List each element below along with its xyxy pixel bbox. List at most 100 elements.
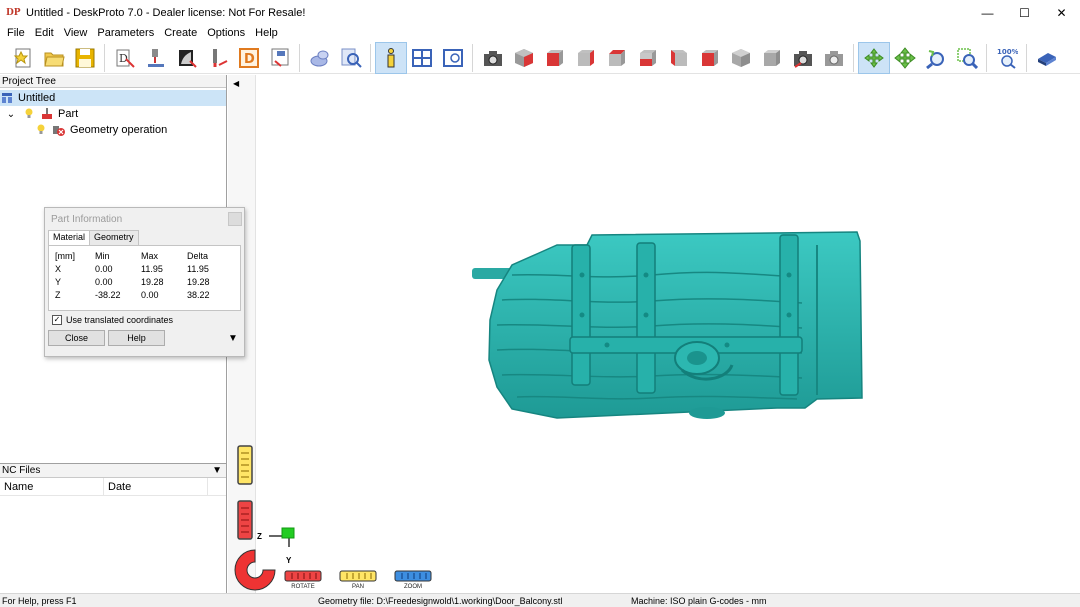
minimize-button[interactable]: — — [969, 0, 1006, 25]
rotate-control[interactable] — [284, 570, 322, 582]
table-row: X 0.00 11.95 11.95 — [49, 262, 240, 275]
header-min: Min — [95, 250, 110, 261]
view-grey-camera-button[interactable] — [819, 43, 849, 73]
tab-material[interactable]: Material — [48, 230, 91, 245]
zoom-tool-button[interactable] — [921, 43, 951, 73]
zoom-100-button[interactable]: 100% — [992, 43, 1022, 73]
rotate-slider-red[interactable] — [236, 500, 254, 540]
expand-down-icon[interactable]: ▼ — [228, 333, 238, 344]
main-toolbar: D D 100% — [0, 41, 1080, 74]
view-back-button[interactable] — [633, 43, 663, 73]
tree-item-untitled[interactable]: Untitled — [0, 90, 226, 106]
table-row: Z -38.22 0.00 38.22 — [49, 288, 240, 301]
nc-files-panel: NC Files ▼ Name Date — [0, 463, 226, 593]
zoom-slider-yellow[interactable] — [236, 445, 254, 485]
svg-text:D: D — [244, 52, 255, 67]
view-grey-front-button[interactable] — [757, 43, 787, 73]
status-geometry-file: Geometry file: D:\Freedesignwold\1.worki… — [318, 596, 563, 606]
close-button[interactable]: Close — [48, 330, 105, 346]
tree-item-part[interactable]: ⌄ Part — [0, 106, 226, 122]
layout-button[interactable] — [407, 43, 437, 73]
view-left-button[interactable] — [664, 43, 694, 73]
dialog-title-bar[interactable]: Part Information — [45, 208, 244, 230]
axis-indicator — [269, 527, 295, 547]
pan-tool-button[interactable] — [890, 43, 920, 73]
checkbox-label: Use translated coordinates — [66, 315, 174, 325]
3d-viewport[interactable] — [257, 75, 1080, 593]
machine-icon — [148, 48, 164, 67]
export-button[interactable] — [265, 43, 295, 73]
preview-button[interactable] — [438, 43, 468, 73]
zoom-label: ZOOM — [404, 584, 422, 590]
menu-edit[interactable]: Edit — [30, 27, 59, 39]
view-front-button[interactable] — [540, 43, 570, 73]
simulation-icon — [310, 50, 329, 66]
wizard-button[interactable]: D — [110, 43, 140, 73]
table-row: Y 0.00 19.28 19.28 — [49, 275, 240, 288]
help-button[interactable]: Help — [108, 330, 165, 346]
menu-file[interactable]: File — [2, 27, 30, 39]
axis-z-label: Z — [257, 532, 262, 541]
row-max: 19.28 — [141, 276, 164, 287]
tab-geometry[interactable]: Geometry — [89, 230, 139, 245]
rotate-label: ROTATE — [291, 584, 315, 590]
translated-coordinates-checkbox[interactable]: ✓ — [52, 315, 62, 325]
header-delta: Delta — [187, 250, 209, 261]
nc-files-title: NC Files — [2, 465, 41, 476]
dxf-button[interactable]: D — [234, 43, 264, 73]
info-button[interactable] — [375, 41, 407, 74]
new-project-icon — [13, 48, 31, 67]
inspect-button[interactable] — [336, 43, 366, 73]
view-camera-button[interactable] — [478, 43, 508, 73]
bitmap-button[interactable] — [172, 43, 202, 73]
cube-iso-icon — [515, 48, 533, 67]
pan-control[interactable] — [339, 570, 377, 582]
zoom-100-icon: 100% — [997, 48, 1018, 69]
status-help-text: For Help, press F1 — [2, 596, 77, 606]
menu-options[interactable]: Options — [202, 27, 250, 39]
dropdown-triangle-icon[interactable]: ▼ — [212, 465, 222, 476]
view-bottom-button[interactable] — [695, 43, 725, 73]
tree-item-label: Untitled — [18, 92, 56, 104]
axis-y-label: Y — [286, 556, 292, 565]
tree-item-geometry-operation[interactable]: Geometry operation — [0, 122, 226, 138]
part-icon — [40, 107, 54, 121]
maximize-button[interactable]: ☐ — [1006, 0, 1043, 25]
view-iso-button[interactable] — [509, 43, 539, 73]
new-project-button[interactable] — [8, 43, 38, 73]
dialog-close-icon[interactable] — [228, 212, 242, 226]
view-right-button[interactable] — [571, 43, 601, 73]
cutter-button[interactable] — [203, 43, 233, 73]
cube-left-icon — [671, 49, 687, 66]
machine-button[interactable] — [141, 43, 171, 73]
cube-right-icon — [578, 49, 594, 66]
view-top-button[interactable] — [602, 43, 632, 73]
menu-help[interactable]: Help — [250, 27, 283, 39]
row-min: 0.00 — [95, 263, 113, 274]
menu-create[interactable]: Create — [159, 27, 202, 39]
view-reset-camera-button[interactable] — [788, 43, 818, 73]
about-button[interactable] — [1032, 43, 1062, 73]
table-header-row: [mm] Min Max Delta — [49, 249, 240, 262]
open-project-button[interactable] — [39, 43, 69, 73]
dialog-tabs: Material Geometry — [48, 230, 244, 245]
menu-parameters[interactable]: Parameters — [92, 27, 159, 39]
column-header-name[interactable]: Name — [0, 477, 104, 496]
rotate-tool-button[interactable] — [858, 41, 890, 74]
collapse-arrow-icon[interactable]: ◀ — [233, 79, 239, 88]
lightbulb-icon[interactable] — [34, 123, 48, 137]
close-window-button[interactable]: ✕ — [1043, 0, 1080, 25]
expand-chevron-icon[interactable]: ⌄ — [4, 107, 18, 121]
cube-grey-front-icon — [764, 49, 780, 66]
simulation-button[interactable] — [305, 43, 335, 73]
zoom-window-button[interactable] — [952, 43, 982, 73]
zoom-control[interactable] — [394, 570, 432, 582]
column-header-date[interactable]: Date — [104, 477, 208, 496]
save-project-button[interactable] — [70, 43, 100, 73]
layout-icon — [412, 48, 432, 67]
menu-view[interactable]: View — [59, 27, 93, 39]
row-axis: X — [55, 263, 62, 274]
view-grey-iso-button[interactable] — [726, 43, 756, 73]
lightbulb-icon[interactable] — [22, 107, 36, 121]
nc-files-columns: Name Date — [0, 477, 226, 496]
